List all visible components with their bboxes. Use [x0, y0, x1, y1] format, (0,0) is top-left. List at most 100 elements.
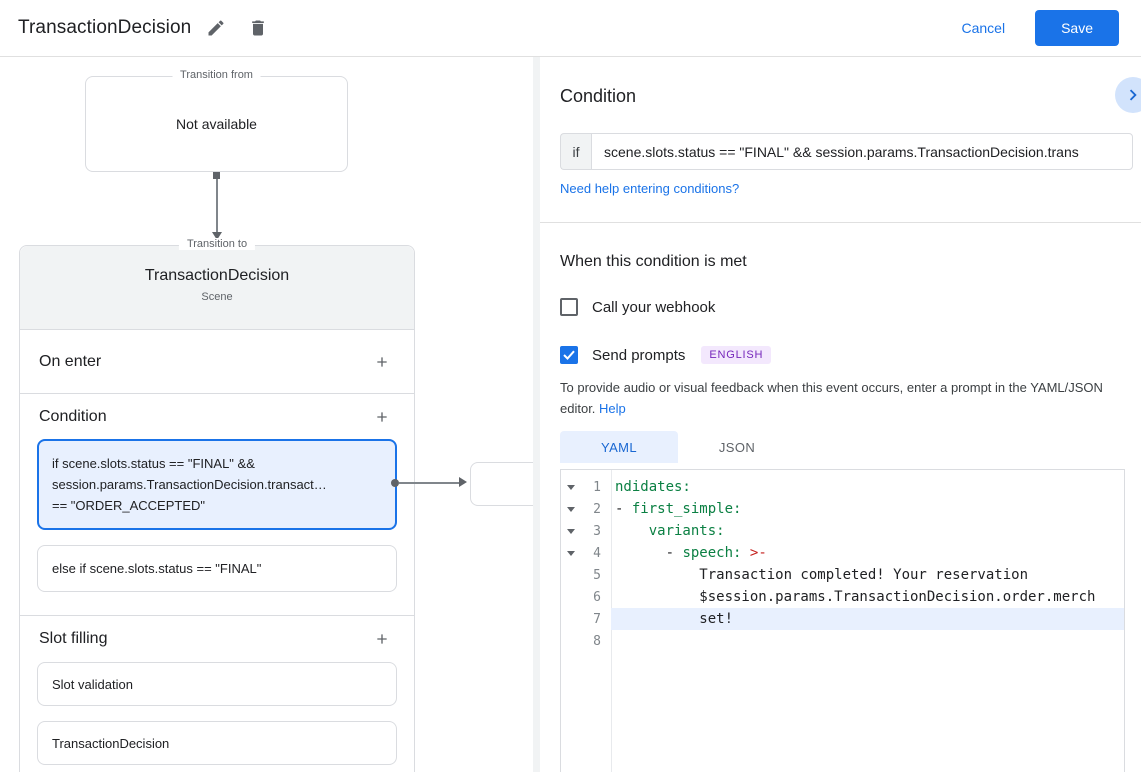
- header: TransactionDecision Cancel Save: [0, 0, 1141, 57]
- transition-to-label: Transition to: [178, 238, 256, 250]
- editor-gutter: 6: [561, 586, 611, 608]
- editor-line-6[interactable]: 6 $session.params.TransactionDecision.or…: [561, 586, 1124, 608]
- editor-rows: 1 ndidates: 2- first_simple: 3 variants: 4 -…: [561, 470, 1124, 652]
- editor-line-1[interactable]: 1 ndidates:: [561, 476, 1124, 498]
- slot-filling-row[interactable]: Slot filling: [20, 616, 414, 662]
- editor-line-8[interactable]: 8: [561, 630, 1124, 652]
- send-prompts-label: Send prompts: [592, 346, 686, 364]
- code-line[interactable]: $session.params.TransactionDecision.orde…: [611, 586, 1124, 608]
- panel-title: Condition: [560, 86, 637, 106]
- fold-triangle-icon[interactable]: [567, 550, 575, 556]
- title-group: TransactionDecision: [18, 11, 275, 45]
- connector-line: [216, 179, 218, 232]
- when-condition-met-title: When this condition is met: [560, 253, 747, 270]
- transition-from-value: Not available: [176, 116, 257, 132]
- checkmark-icon: [563, 350, 575, 360]
- line-number: 3: [593, 523, 601, 539]
- editor-line-4[interactable]: 4 - speech: >-: [561, 542, 1124, 564]
- scene-title: TransactionDecision: [144, 267, 290, 284]
- yaml-editor[interactable]: 1 ndidates: 2- first_simple: 3 variants: 4 -…: [560, 469, 1125, 772]
- transition-from-box[interactable]: Transition from Not available: [85, 69, 348, 172]
- slot-list: Slot validation TransactionDecision: [20, 662, 414, 765]
- delete-icon[interactable]: [241, 11, 275, 45]
- webhook-label: Call your webhook: [592, 298, 716, 316]
- editor-gutter: 8: [561, 630, 611, 652]
- divider: [540, 222, 1141, 223]
- app-root: TransactionDecision Cancel Save Transiti…: [0, 0, 1141, 772]
- prompts-description: To provide audio or visual feedback when…: [560, 377, 1132, 419]
- slot-item-2[interactable]: TransactionDecision: [37, 721, 397, 765]
- editor-gutter: 3: [561, 520, 611, 542]
- header-actions: Cancel Save: [961, 10, 1119, 46]
- editor-gutter: 4: [561, 542, 611, 564]
- code-line[interactable]: - speech: >-: [611, 542, 1124, 564]
- condition-input[interactable]: [591, 133, 1133, 170]
- if-prefix: if: [560, 133, 591, 170]
- connector-dot: [213, 172, 220, 179]
- chevron-right-icon[interactable]: [1115, 77, 1141, 113]
- fold-triangle-icon[interactable]: [567, 484, 575, 490]
- panel-divider-strip: [533, 57, 540, 772]
- editor-gutter: 7: [561, 608, 611, 630]
- code-line[interactable]: [611, 630, 1124, 652]
- code-line[interactable]: variants:: [611, 520, 1124, 542]
- edit-icon[interactable]: [199, 11, 233, 45]
- line-number: 6: [593, 589, 601, 605]
- transition-from-label: Transition from: [172, 69, 261, 81]
- editor-tabs: YAML JSON: [560, 431, 796, 463]
- on-enter-row[interactable]: On enter: [20, 330, 414, 394]
- on-enter-label: On enter: [39, 352, 102, 370]
- language-badge: ENGLISH: [701, 346, 772, 364]
- flow-canvas[interactable]: Transition from Not available Transition…: [0, 57, 533, 772]
- editor-gutter: 1: [561, 476, 611, 498]
- slot-filling-section: Slot filling Slot validation TransactionD…: [20, 616, 414, 765]
- fold-triangle-icon[interactable]: [567, 506, 575, 512]
- line-number: 5: [593, 567, 601, 583]
- code-line[interactable]: - first_simple:: [611, 498, 1124, 520]
- add-on-enter-button[interactable]: [369, 349, 395, 375]
- description-text: To provide audio or visual feedback when…: [560, 380, 1103, 416]
- editor-line-2[interactable]: 2 - first_simple:: [561, 498, 1124, 520]
- condition-item-2[interactable]: else if scene.slots.status == "FINAL": [37, 545, 397, 592]
- scene-card-header: TransactionDecision Scene: [20, 246, 414, 330]
- tab-yaml[interactable]: YAML: [560, 431, 678, 463]
- code-line[interactable]: Transaction completed! Your reservation: [611, 564, 1124, 586]
- cancel-button[interactable]: Cancel: [961, 20, 1005, 36]
- condition-item-1[interactable]: if scene.slots.status == "FINAL" && sessi…: [37, 439, 397, 530]
- editor-gutter: 5: [561, 564, 611, 586]
- arrow-right-icon: [459, 477, 467, 487]
- condition-section-label: Condition: [39, 407, 107, 425]
- tab-json[interactable]: JSON: [678, 431, 796, 463]
- editor-line-3[interactable]: 3 variants:: [561, 520, 1124, 542]
- slot-item-1[interactable]: Slot validation: [37, 662, 397, 706]
- save-button[interactable]: Save: [1035, 10, 1119, 46]
- editor-gutter: 2: [561, 498, 611, 520]
- condition-section: Condition if scene.slots.status == "FINA…: [20, 394, 414, 616]
- transition-target-box[interactable]: [470, 462, 533, 506]
- line-number: 8: [593, 633, 601, 649]
- line-number: 1: [593, 479, 601, 495]
- editor-line-7[interactable]: 7 set!: [561, 608, 1124, 630]
- code-line[interactable]: set!: [611, 608, 1124, 630]
- code-line[interactable]: ndidates:: [611, 476, 1124, 498]
- slot-filling-label: Slot filling: [39, 630, 108, 647]
- webhook-checkbox[interactable]: [560, 298, 578, 316]
- line-number: 7: [593, 611, 601, 627]
- send-prompts-row: Send prompts ENGLISH: [560, 346, 772, 364]
- fold-triangle-icon[interactable]: [567, 528, 575, 534]
- webhook-row: Call your webhook: [560, 298, 715, 316]
- transition-to-card[interactable]: Transition to TransactionDecision Scene …: [19, 238, 415, 772]
- condition-list: if scene.slots.status == "FINAL" && sessi…: [20, 439, 414, 592]
- condition-panel: Condition if Need help entering conditio…: [540, 57, 1141, 772]
- editor-line-5[interactable]: 5 Transaction completed! Your reservatio…: [561, 564, 1124, 586]
- line-number: 2: [593, 501, 601, 517]
- condition-help-link[interactable]: Need help entering conditions?: [560, 181, 739, 196]
- page-title: TransactionDecision: [18, 17, 192, 38]
- condition-row[interactable]: Condition: [20, 394, 414, 439]
- add-slot-filling-button[interactable]: [369, 626, 395, 652]
- add-condition-button[interactable]: [369, 404, 395, 430]
- send-prompts-checkbox[interactable]: [560, 346, 578, 364]
- condition-input-row: if: [560, 133, 1133, 170]
- line-number: 4: [593, 545, 601, 561]
- description-help-link[interactable]: Help: [599, 401, 626, 416]
